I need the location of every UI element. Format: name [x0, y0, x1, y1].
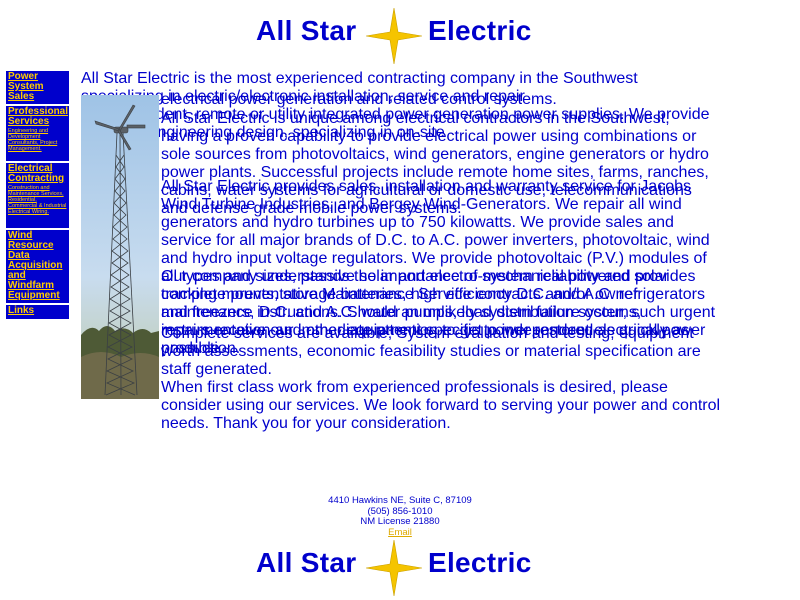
footer-banner: All Star Electric — [256, 540, 546, 596]
nav-desc-electrical-contracting[interactable]: Construction and Maintenance Services, R… — [8, 185, 67, 215]
footer-contact: 4410 Hawkins NE, Suite C, 87109 (505) 85… — [0, 495, 800, 538]
nav-link-power-system-sales[interactable]: Power System Sales — [8, 72, 67, 102]
brand-word-all-star-footer: All Star — [256, 547, 357, 578]
brand-word-all-star: All Star — [256, 15, 357, 46]
nav-link-links[interactable]: Links — [8, 306, 67, 316]
four-point-star-icon — [366, 540, 422, 596]
wind-tower-photo — [81, 95, 159, 399]
nav-link-electrical-contracting[interactable]: Electrical Contracting — [8, 164, 67, 184]
nav-link-wind-resource[interactable]: Wind Resource Data Acquisition and Windf… — [8, 231, 67, 301]
footer-address: 4410 Hawkins NE, Suite C, 87109 — [328, 495, 472, 506]
nav-item-electrical-contracting[interactable]: Electrical Contracting Construction and … — [6, 163, 69, 228]
paragraph-complete-services-a: Complete services are available; System … — [161, 325, 701, 378]
brand-word-electric-footer: Electric — [428, 547, 532, 578]
nav-item-links[interactable]: Links — [6, 305, 69, 319]
intro-continued: electrical power generation and related … — [161, 91, 557, 108]
header-banner: All Star Electric — [256, 8, 546, 64]
nav-link-professional-services[interactable]: Professional Services — [8, 107, 68, 127]
nav-item-professional-services[interactable]: Professional Services Engineering and De… — [6, 106, 69, 161]
nav-item-power-system-sales[interactable]: Power System Sales — [6, 71, 69, 104]
sidebar-nav: Power System Sales Professional Services… — [6, 71, 69, 321]
four-point-star-icon — [366, 8, 422, 64]
paragraph-complete-services: Complete services are available; System … — [161, 325, 721, 433]
brand-word-electric: Electric — [428, 15, 532, 46]
paragraph-complete-services-b: When first class work from experienced p… — [161, 379, 721, 432]
nav-item-wind-resource[interactable]: Wind Resource Data Acquisition and Windf… — [6, 230, 69, 303]
email-link[interactable]: Email — [388, 527, 412, 538]
nav-desc-professional-services[interactable]: Engineering and Development Consultants,… — [8, 128, 67, 152]
